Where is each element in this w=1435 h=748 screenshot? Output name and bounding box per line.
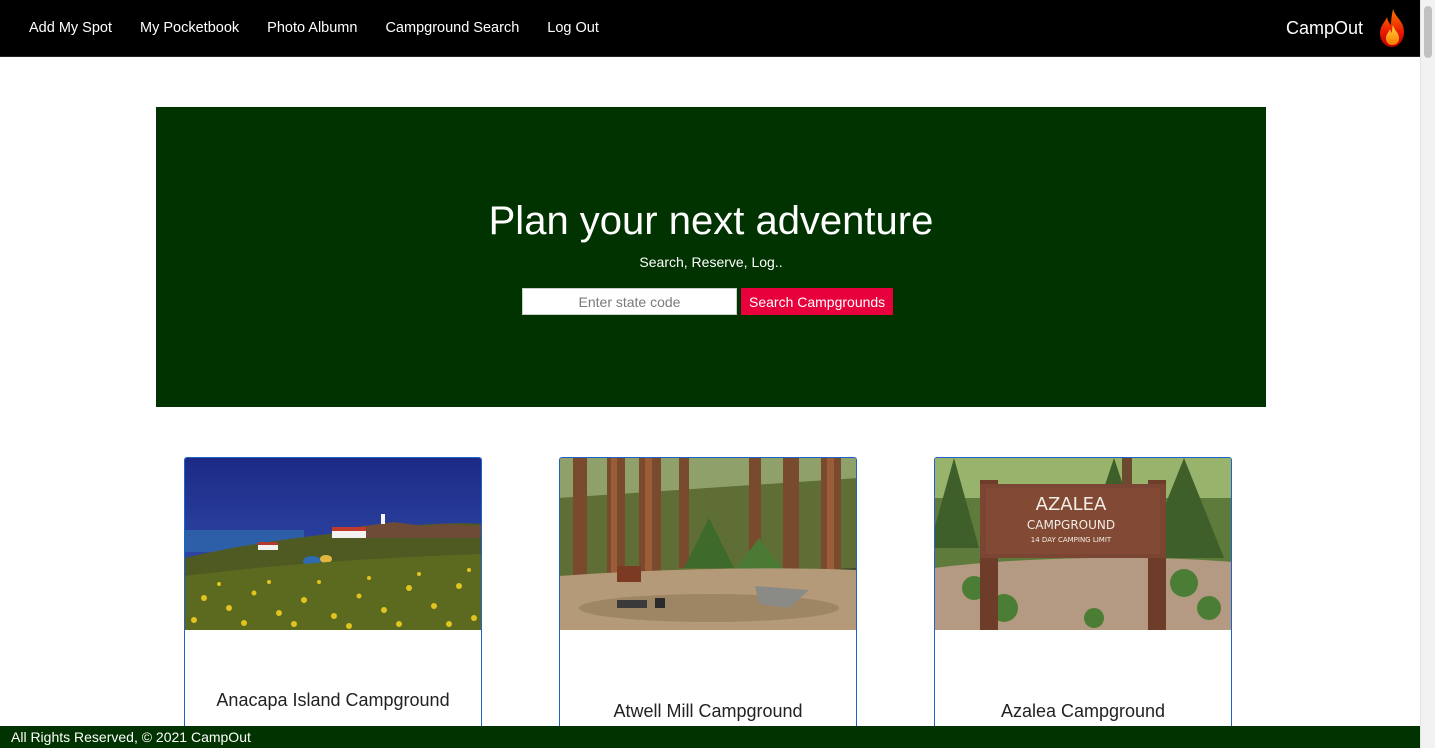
campground-name: Atwell Mill Campground (613, 701, 803, 721)
campground-card[interactable]: Anacapa Island Campground (184, 457, 482, 748)
campground-image (560, 458, 856, 630)
svg-text:AZALEA: AZALEA (1036, 494, 1107, 515)
footer: All Rights Reserved, © 2021 CampOut (0, 726, 1421, 748)
nav-log-out[interactable]: Log Out (533, 20, 613, 36)
nav-add-my-spot[interactable]: Add My Spot (15, 20, 126, 36)
campground-card[interactable]: Atwell Mill Campground (559, 457, 857, 748)
nav-links: Add My Spot My Pocketbook Photo Albumn C… (15, 0, 613, 56)
top-navbar: Add My Spot My Pocketbook Photo Albumn C… (0, 0, 1421, 57)
page: Add My Spot My Pocketbook Photo Albumn C… (0, 0, 1435, 748)
nav-photo-album[interactable]: Photo Albumn (253, 20, 371, 36)
campground-name: Anacapa Island Campground (216, 690, 450, 710)
svg-text:14 DAY CAMPING LIMIT: 14 DAY CAMPING LIMIT (1031, 536, 1112, 544)
vertical-scrollbar[interactable] (1420, 0, 1435, 748)
brand-name: CampOut (1285, 17, 1363, 38)
scrollbar-thumb[interactable] (1424, 6, 1432, 58)
nav-my-pocketbook[interactable]: My Pocketbook (126, 20, 253, 36)
flame-icon (1380, 9, 1404, 47)
brand[interactable]: CampOut (1286, 0, 1407, 56)
hero-subtitle: Search, Reserve, Log.. (639, 254, 783, 270)
campground-name: Azalea Campground (1000, 701, 1166, 721)
campground-card[interactable]: AZALEA CAMPGROUND 14 DAY CAMPING LIMIT A… (934, 457, 1232, 748)
campground-image (185, 458, 481, 630)
state-code-input[interactable] (522, 288, 737, 315)
svg-text:CAMPGROUND: CAMPGROUND (1027, 518, 1115, 532)
nav-campground-search[interactable]: Campground Search (371, 20, 533, 36)
search-campgrounds-button[interactable]: Search Campgrounds (741, 288, 894, 315)
campground-image: AZALEA CAMPGROUND 14 DAY CAMPING LIMIT (935, 458, 1231, 630)
hero-banner: Plan your next adventure Search, Reserve… (156, 107, 1266, 407)
search-form: Search Campgrounds (522, 288, 894, 315)
hero-title: Plan your next adventure (488, 199, 934, 243)
